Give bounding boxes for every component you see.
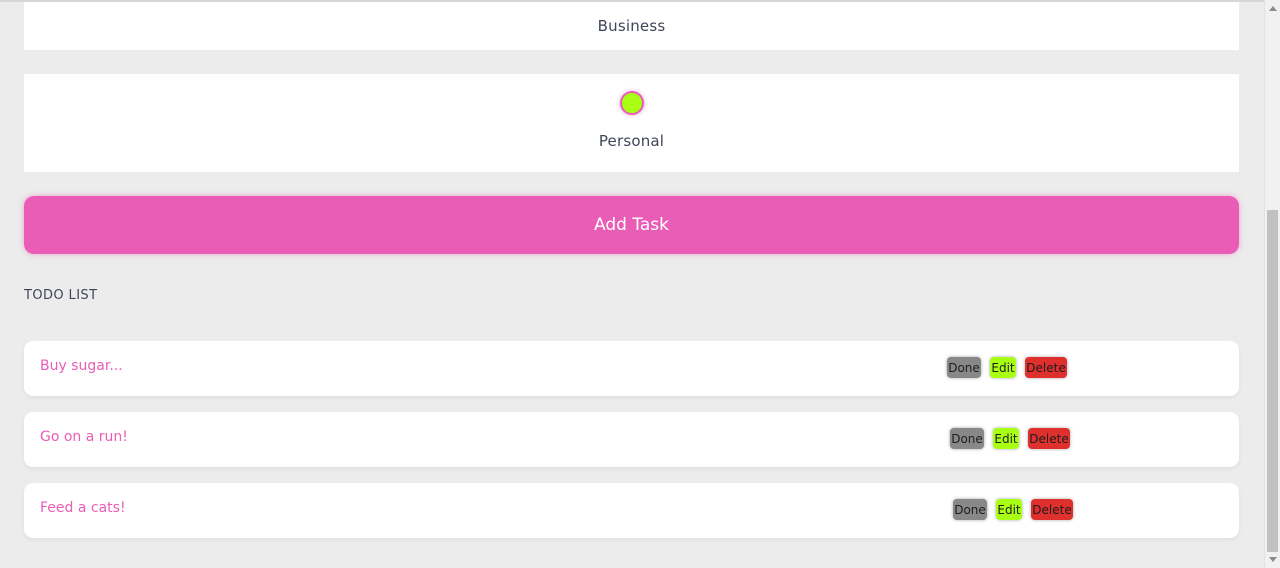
delete-button[interactable]: Delete <box>1028 428 1070 449</box>
add-task-button[interactable]: Add Task <box>24 196 1239 254</box>
todo-item-actions: Done Edit Delete <box>953 499 1073 520</box>
done-button[interactable]: Done <box>953 499 987 520</box>
category-personal-card[interactable]: Personal <box>24 74 1239 172</box>
vertical-scrollbar[interactable] <box>1264 0 1280 568</box>
todo-item: Go on a run! Done Edit Delete <box>24 412 1239 467</box>
done-button[interactable]: Done <box>950 428 984 449</box>
delete-button[interactable]: Delete <box>1031 499 1073 520</box>
todo-list-title: TODO LIST <box>24 288 98 303</box>
page-content: Business Personal Add Task TODO LIST Buy… <box>0 2 1264 568</box>
edit-button[interactable]: Edit <box>993 428 1019 449</box>
todo-item-text: Feed a cats! <box>40 500 126 516</box>
done-button[interactable]: Done <box>947 357 981 378</box>
category-business-card[interactable]: Business <box>24 2 1239 50</box>
todo-item-text: Buy sugar... <box>40 358 123 374</box>
todo-item-actions: Done Edit Delete <box>947 357 1067 378</box>
scrollbar-thumb[interactable] <box>1267 210 1278 552</box>
radio-selected-icon[interactable] <box>620 91 644 115</box>
scroll-up-arrow-icon[interactable] <box>1269 6 1277 11</box>
scroll-down-arrow-icon[interactable] <box>1269 557 1277 562</box>
delete-button[interactable]: Delete <box>1025 357 1067 378</box>
todo-item-actions: Done Edit Delete <box>950 428 1070 449</box>
todo-item: Feed a cats! Done Edit Delete <box>24 483 1239 538</box>
edit-button[interactable]: Edit <box>996 499 1022 520</box>
category-personal-label: Personal <box>598 132 665 150</box>
category-business-label: Business <box>597 17 666 35</box>
todo-item: Buy sugar... Done Edit Delete <box>24 341 1239 396</box>
todo-item-text: Go on a run! <box>40 429 128 445</box>
edit-button[interactable]: Edit <box>990 357 1016 378</box>
